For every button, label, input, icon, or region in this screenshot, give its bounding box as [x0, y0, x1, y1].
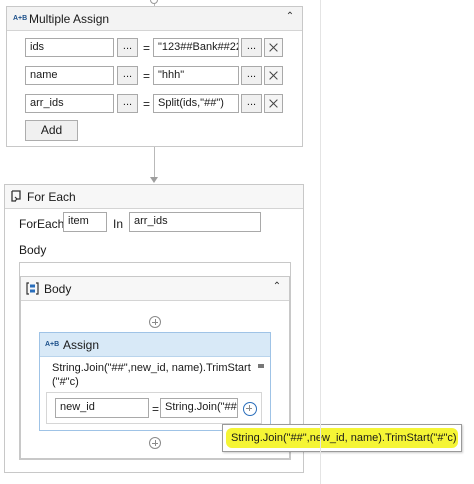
assign-value-input-arr-ids[interactable]: Split(ids,"##") — [153, 94, 239, 113]
foreach-item-input[interactable]: item — [63, 212, 107, 232]
assign-row-container: new_id = String.Join("## — [46, 392, 262, 424]
assign-to-expression-box[interactable]: String.Join("##",new_id, name).TrimStart… — [46, 362, 262, 390]
assign-to-input-ids[interactable]: ids — [25, 38, 114, 57]
remove-row-button[interactable] — [264, 38, 283, 57]
equals-sign: = — [143, 97, 151, 111]
multiple-assign-header[interactable]: A+B Multiple Assign ⌃ — [7, 7, 302, 31]
expression-tooltip: String.Join("##",new_id, name).TrimStart… — [222, 424, 462, 452]
assign-to-input-arr-ids[interactable]: arr_ids — [25, 94, 114, 113]
remove-row-button[interactable] — [264, 94, 283, 113]
dots-button[interactable]: ... — [241, 38, 262, 57]
in-label: In — [113, 217, 124, 231]
top-connector-dot — [150, 0, 158, 4]
connector-arrow-icon — [150, 177, 158, 183]
assign-to-input-name[interactable]: name — [25, 66, 114, 85]
assign-header[interactable]: A+B Assign — [40, 333, 270, 357]
assign-value-input-ids[interactable]: "123##Bank##22 — [153, 38, 239, 57]
sequence-icon — [26, 282, 39, 295]
dots-button[interactable]: ... — [117, 66, 138, 85]
dots-button[interactable]: ... — [241, 94, 262, 113]
body-sequence-header[interactable]: Body ⌃ — [21, 277, 289, 301]
add-activity-icon[interactable] — [149, 437, 161, 449]
equals-sign: = — [143, 69, 151, 83]
assign-title: Assign — [63, 338, 100, 352]
connector-line — [154, 147, 155, 177]
assign-expression-line-2: ("#"c) — [52, 376, 79, 388]
collapse-icon[interactable]: ⌃ — [284, 12, 296, 24]
assign-activity-icon: A+B — [13, 15, 28, 22]
assign-to-input[interactable]: new_id — [55, 398, 149, 418]
tooltip-text: String.Join("##",new_id, name).TrimStart… — [231, 432, 457, 444]
equals-sign: = — [143, 41, 151, 55]
multiple-assign-activity[interactable]: A+B Multiple Assign ⌃ ids ... = "123##Ba… — [6, 6, 303, 147]
dots-button[interactable]: ... — [117, 38, 138, 57]
expand-editor-icon[interactable] — [258, 364, 264, 368]
remove-row-button[interactable] — [264, 66, 283, 85]
panel-divider — [320, 0, 321, 484]
for-each-title: For Each — [27, 190, 76, 204]
foreach-label: ForEach — [19, 217, 65, 231]
add-expression-icon[interactable] — [243, 402, 257, 416]
dots-button[interactable]: ... — [117, 94, 138, 113]
add-activity-icon[interactable] — [149, 316, 161, 328]
add-button[interactable]: Add — [25, 120, 78, 141]
collapse-icon[interactable]: ⌃ — [271, 282, 283, 294]
equals-sign: = — [152, 402, 160, 416]
for-each-header[interactable]: For Each — [5, 185, 303, 209]
assign-activity[interactable]: A+B Assign String.Join("##",new_id, name… — [39, 332, 271, 431]
dots-button[interactable]: ... — [241, 66, 262, 85]
assign-activity-icon: A+B — [45, 341, 60, 348]
for-each-icon — [10, 190, 22, 202]
body-sequence-title: Body — [44, 282, 72, 296]
multiple-assign-title: Multiple Assign — [29, 12, 110, 26]
body-label: Body — [19, 243, 47, 257]
assign-value-input[interactable]: String.Join("## — [160, 398, 238, 418]
assign-expression-line-1: String.Join("##",new_id, name).TrimStart — [52, 362, 251, 374]
foreach-collection-input[interactable]: arr_ids — [129, 212, 261, 232]
assign-value-input-name[interactable]: "hhh" — [153, 66, 239, 85]
